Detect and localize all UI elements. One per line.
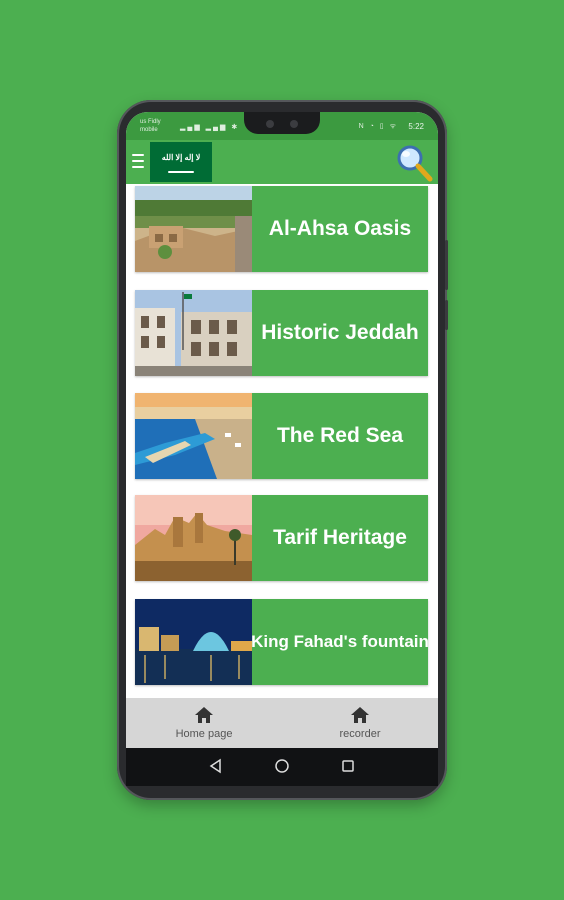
jeddah-buildings-photo (135, 290, 252, 376)
bottom-navigation: Home page recorder (126, 698, 438, 748)
clock: 5:22 (408, 122, 424, 131)
place-card-king-fahad[interactable]: King Fahad's fountain (135, 599, 428, 685)
nav-label: Home page (175, 728, 233, 740)
carrier-info: us Fidly mobile (140, 118, 161, 134)
home-icon (351, 707, 369, 723)
nav-home-page[interactable]: Home page (126, 698, 282, 748)
camera-notch (244, 112, 320, 134)
tarif-ruins-photo (135, 495, 252, 581)
place-label: The Red Sea (276, 424, 404, 447)
carrier-line-2: mobile (140, 127, 158, 133)
signal-icon: ▂▄▆ ▂▄▆ ✱ (180, 124, 240, 131)
magnifier-icon[interactable] (394, 143, 434, 183)
place-label: Al-Ahsa Oasis (268, 217, 412, 240)
red-sea-coast-photo (135, 393, 252, 479)
flag-sword (168, 171, 194, 173)
saudi-flag-logo: لا إله إلا الله (150, 142, 212, 182)
back-icon[interactable] (208, 758, 224, 774)
place-card-tarif[interactable]: Tarif Heritage (135, 495, 428, 581)
battery-wifi-icon: N ◔ ▯ ᯤ (358, 123, 398, 130)
oasis-photo (135, 186, 252, 272)
flag-shahada: لا إله إلا الله (161, 153, 201, 162)
home-circle-icon[interactable] (274, 758, 290, 774)
place-label: Historic Jeddah (261, 321, 419, 344)
power-button (445, 300, 448, 330)
carrier-line-1: us Fidly (140, 119, 161, 125)
place-label: Tarif Heritage (273, 526, 407, 549)
recents-icon[interactable] (340, 758, 356, 774)
nav-label: recorder (339, 728, 381, 740)
hamburger-menu-icon[interactable] (132, 154, 144, 168)
volume-button (445, 240, 448, 290)
status-bar: us Fidly mobile ▂▄▆ ▂▄▆ ✱ N ◔ ▯ ᯤ 5:22 (126, 112, 438, 140)
fountain-night-photo (135, 599, 252, 685)
front-camera-icon (266, 120, 274, 128)
home-icon (195, 707, 213, 723)
system-navigation-bar (126, 748, 438, 786)
place-card-al-ahsa[interactable]: Al-Ahsa Oasis (135, 186, 428, 272)
app-bar: لا إله إلا الله (126, 140, 438, 184)
places-list: Al-Ahsa Oasis Historic Jeddah The Red Se… (126, 184, 438, 698)
nav-recorder[interactable]: recorder (282, 698, 438, 748)
front-camera-icon (290, 120, 298, 128)
screen: us Fidly mobile ▂▄▆ ▂▄▆ ✱ N ◔ ▯ ᯤ 5:22 ل… (126, 112, 438, 748)
place-card-red-sea[interactable]: The Red Sea (135, 393, 428, 479)
place-label: King Fahad's fountain (251, 632, 428, 651)
place-card-jeddah[interactable]: Historic Jeddah (135, 290, 428, 376)
